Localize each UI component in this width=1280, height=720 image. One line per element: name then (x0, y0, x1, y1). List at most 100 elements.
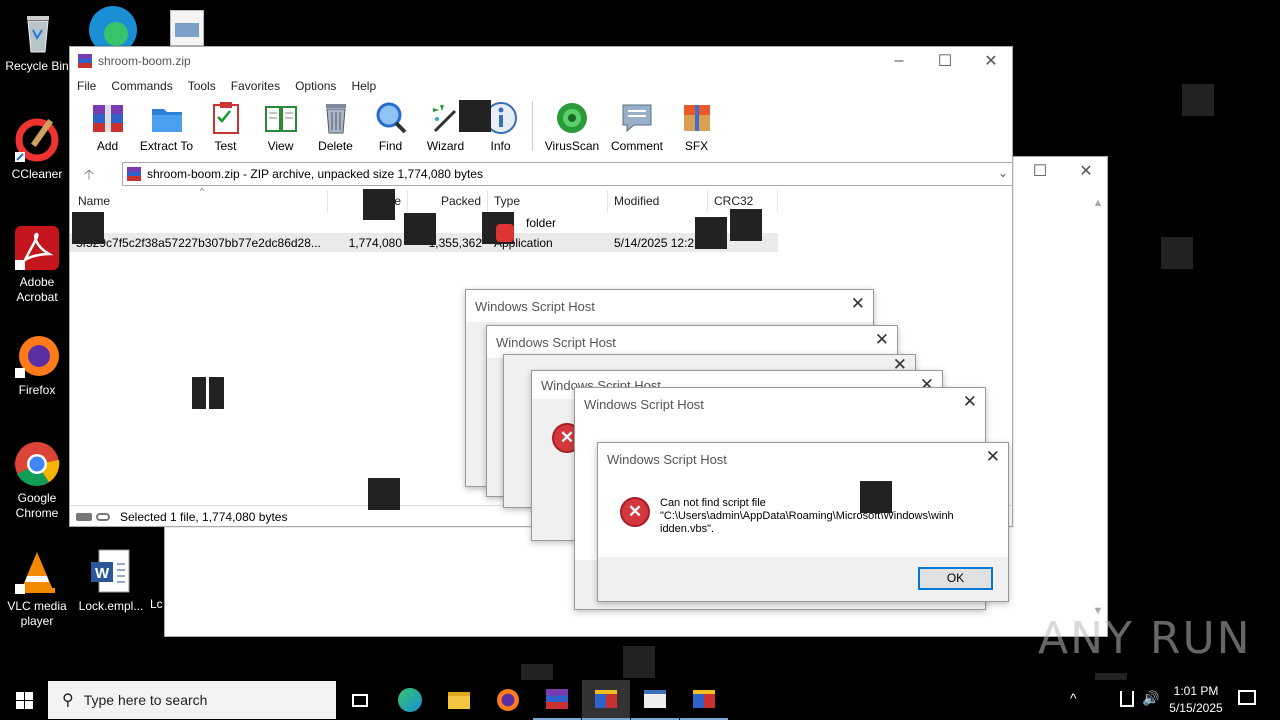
status-text: Selected 1 file, 1,774,080 bytes (120, 509, 288, 524)
add-button[interactable]: Add (80, 97, 135, 153)
desktop-icon-adobe-acrobat[interactable]: Adobe Acrobat (0, 224, 74, 305)
taskbar-script-host-2[interactable] (680, 680, 728, 720)
desktop-icon-label: Lc (150, 597, 163, 611)
find-button[interactable]: Find (363, 97, 418, 153)
dialog-close-button[interactable]: ✕ (986, 447, 1000, 467)
menu-options[interactable]: Options (295, 79, 336, 93)
notifications-icon[interactable] (1238, 690, 1256, 705)
column-header-packed[interactable]: Packed (408, 190, 488, 212)
taskbar-file-explorer[interactable] (435, 680, 483, 720)
desktop-icon-google-chrome[interactable]: Google Chrome (0, 440, 74, 521)
magnifier-icon (374, 101, 408, 135)
menu-tools[interactable]: Tools (188, 79, 216, 93)
message-line-3: idden.vbs". (660, 523, 715, 535)
task-view-button[interactable] (336, 680, 384, 720)
key-icon (96, 512, 110, 521)
redaction-block (459, 100, 491, 132)
taskbar-script-host[interactable] (582, 680, 630, 720)
menu-favorites[interactable]: Favorites (231, 79, 280, 93)
script-host-error-dialog[interactable]: Windows Script Host ✕ ✕ Can not find scr… (597, 442, 1009, 602)
desktop-icon-recycle-bin[interactable]: Recycle Bin (0, 8, 74, 74)
desktop-icon-firefox[interactable]: Firefox (0, 332, 74, 398)
taskbar-winrar[interactable] (533, 680, 581, 720)
column-header-type[interactable]: Type (488, 190, 608, 212)
desktop-icon-label: Firefox (18, 383, 56, 397)
tray-overflow-button[interactable]: ^ (1070, 690, 1077, 706)
up-folder-button[interactable]: 🡡 (84, 164, 94, 188)
winrar-title: shroom-boom.zip (98, 54, 191, 68)
desktop-icon-ccleaner[interactable]: CCleaner (0, 116, 74, 182)
virusscan-button[interactable]: VirusScan (539, 97, 605, 153)
minimize-button[interactable]: – (876, 47, 922, 75)
desktop-icon-label: Recycle Bin (5, 59, 69, 73)
comment-button[interactable]: Comment (605, 97, 669, 153)
start-button[interactable] (0, 680, 48, 720)
desktop-icon-lock-document[interactable]: W Lock.empl... (74, 548, 148, 614)
sfx-button[interactable]: SFX (669, 97, 724, 153)
taskbar-window[interactable] (631, 680, 679, 720)
error-icon: ✕ (620, 497, 650, 527)
clipboard-check-icon (209, 101, 243, 135)
address-dropdown-icon[interactable]: ⌄ (998, 166, 1008, 180)
redaction-block (860, 481, 892, 513)
maximize-button[interactable]: ☐ (922, 47, 968, 75)
close-button[interactable]: ✕ (968, 47, 1014, 75)
winrar-title-bar[interactable]: shroom-boom.zip (70, 47, 1012, 75)
background-window-maximize-button[interactable]: ☐ (1017, 157, 1063, 185)
network-icon[interactable] (1120, 691, 1134, 707)
clock[interactable]: 1:01 PM 5/15/2025 (1166, 683, 1226, 717)
desktop-icon-label: Lock.empl... (78, 599, 144, 613)
menu-help[interactable]: Help (351, 79, 376, 93)
test-button[interactable]: Test (198, 97, 253, 153)
redaction-block (695, 217, 727, 249)
menu-file[interactable]: File (77, 79, 96, 93)
row-type: folder (526, 216, 557, 230)
script-host-icon (595, 690, 617, 708)
trash-icon (319, 101, 353, 135)
redaction-block (368, 478, 400, 510)
desktop-icon-vlc[interactable]: VLC media player (0, 548, 74, 629)
row-modified: 5/14/2025 12:2... (614, 236, 698, 250)
chrome-icon (13, 440, 61, 488)
column-header-name[interactable]: Name ^ (78, 186, 328, 212)
desktop-icon-label: Google Chrome (15, 491, 59, 520)
view-button[interactable]: View (253, 97, 308, 153)
menu-commands[interactable]: Commands (111, 79, 172, 93)
column-header-modified[interactable]: Modified (608, 190, 708, 212)
name-pane-bg (70, 212, 328, 501)
taskbar-edge[interactable] (386, 680, 434, 720)
taskbar-firefox[interactable] (484, 680, 532, 720)
background-window-close-button[interactable]: ✕ (1063, 157, 1109, 185)
extract-to-button[interactable]: Extract To (135, 97, 198, 153)
word-document-icon: W (87, 548, 135, 596)
dialog-close-button[interactable]: ✕ (963, 392, 977, 412)
file-desktop-icon[interactable] (170, 10, 204, 46)
winrar-app-icon (78, 54, 92, 68)
dialog-title: Windows Script Host (607, 451, 727, 467)
red-marker (496, 224, 514, 242)
delete-button[interactable]: Delete (308, 97, 363, 153)
magic-wand-icon (429, 101, 463, 135)
redaction-block (72, 212, 104, 244)
redaction-block (1161, 237, 1193, 269)
message-line-1: Can not find script file (660, 497, 766, 509)
edge-desktop-icon[interactable] (86, 6, 140, 54)
desktop-icon-partial-label[interactable]: Lc (150, 597, 164, 612)
taskbar: ⚲ Type here to search ^ 🔊 1:01 PM 5/15/2… (0, 680, 1280, 720)
address-bar[interactable]: shroom-boom.zip - ZIP archive, unpacked … (122, 162, 1013, 186)
svg-text:W: W (95, 565, 110, 582)
anyrun-watermark: ANY RUN (1038, 613, 1252, 664)
dialog-close-button[interactable]: ✕ (875, 330, 889, 350)
ccleaner-icon (13, 116, 61, 164)
redaction-block (404, 213, 436, 245)
archive-icon (127, 167, 141, 181)
script-host-icon (693, 690, 715, 708)
menu-bar: File Commands Tools Favorites Options He… (70, 75, 1012, 97)
search-box[interactable]: ⚲ Type here to search (48, 681, 336, 719)
acrobat-icon (13, 224, 61, 272)
ok-button[interactable]: OK (918, 567, 993, 590)
dialog-close-button[interactable]: ✕ (851, 294, 865, 314)
background-window-scrollbar[interactable]: ▲ ▼ (1089, 197, 1107, 617)
recycle-bin-icon (13, 8, 61, 56)
volume-icon[interactable]: 🔊 (1142, 690, 1159, 707)
